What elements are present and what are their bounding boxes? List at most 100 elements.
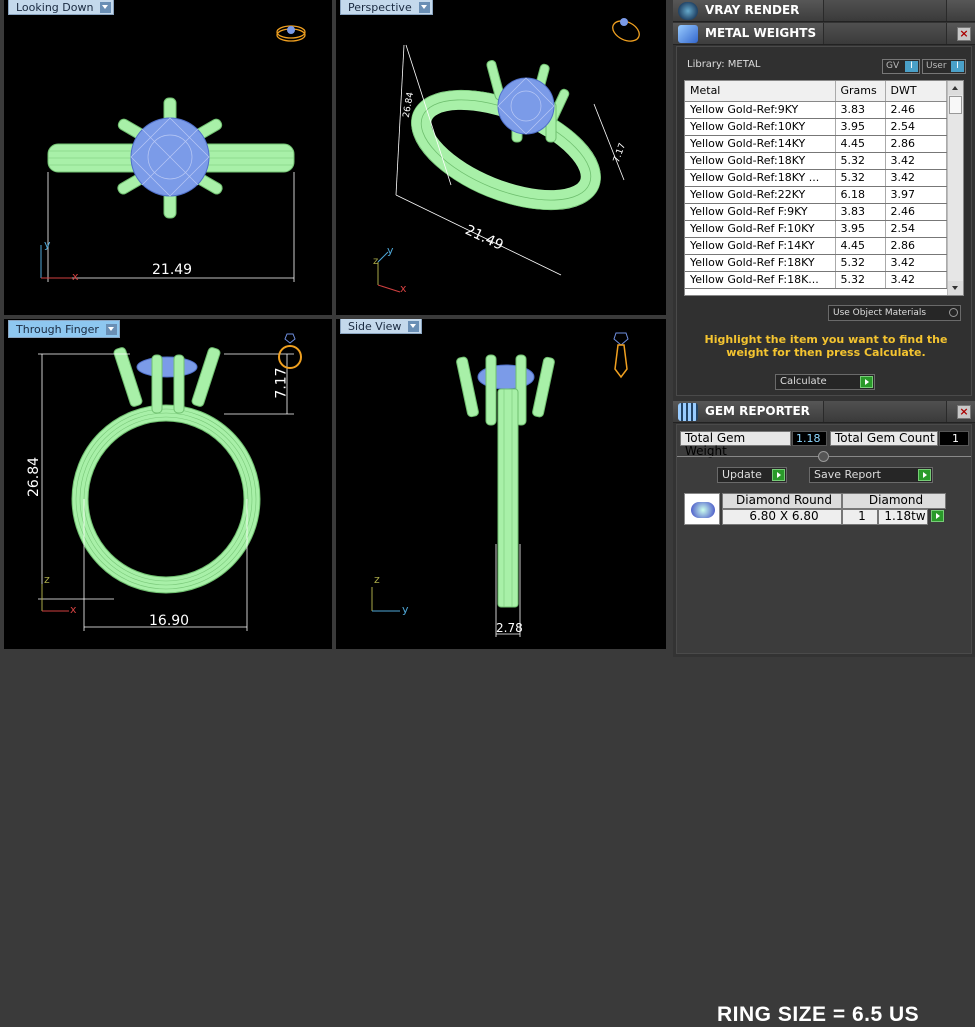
table-row[interactable]: Yellow Gold-Ref F:14KY 4.45 2.86: [685, 237, 947, 255]
right-panel: VRAY RENDER METAL WEIGHTS × Library: MET…: [673, 0, 975, 1026]
library-label: Library: METAL: [687, 59, 761, 70]
chevron-down-icon[interactable]: [100, 2, 112, 13]
table-row[interactable]: Yellow Gold-Ref:9KY 3.83 2.46: [685, 101, 947, 119]
save-report-label: Save Report: [814, 468, 881, 481]
update-button[interactable]: Update: [717, 467, 787, 483]
update-label: Update: [722, 468, 762, 481]
tab-looking-down[interactable]: Looking Down: [8, 0, 115, 15]
viewport-looking-down[interactable]: Looking Down 21.49 y x: [4, 0, 332, 315]
dimension-label-setting: 7.17: [273, 367, 290, 399]
axis-z-label: z: [44, 573, 50, 586]
metal-cell: Yellow Gold-Ref:18KY: [685, 152, 836, 170]
table-row[interactable]: Yellow Gold-Ref F:18KY 5.32 3.42: [685, 254, 947, 272]
table-row[interactable]: Yellow Gold-Ref F:9KY 3.83 2.46: [685, 203, 947, 221]
tab-side-view[interactable]: Side View: [340, 319, 423, 334]
table-row[interactable]: Yellow Gold-Ref F:10KY 3.95 2.54: [685, 220, 947, 238]
gem-size: 6.80 X 6.80: [722, 509, 842, 525]
user-toggle[interactable]: User I: [922, 59, 966, 74]
metal-table[interactable]: Metal Grams DWT Yellow Gold-Ref:9KY 3.83 2…: [684, 80, 964, 296]
use-object-materials-label: Use Object Materials: [833, 308, 927, 318]
dimension-label-height: 26.84: [26, 456, 43, 498]
table-scrollbar[interactable]: [947, 81, 963, 295]
metal-weights-title: METAL WEIGHTS: [705, 26, 817, 40]
dwt-cell: 2.54: [885, 118, 947, 136]
dwt-cell: 3.42: [885, 169, 947, 187]
collapse-icon[interactable]: [818, 451, 829, 462]
dimension-label: 2.78: [496, 621, 523, 635]
dwt-cell: 2.86: [885, 237, 947, 255]
tab-through-finger[interactable]: Through Finger: [8, 320, 120, 338]
calculate-button[interactable]: Calculate: [775, 374, 875, 390]
flask-icon: [678, 25, 698, 43]
grams-cell: 5.32: [835, 254, 886, 272]
chevron-down-icon[interactable]: [418, 2, 430, 13]
scroll-down-icon[interactable]: [948, 281, 963, 295]
table-row[interactable]: Yellow Gold-Ref:18KY 5.32 3.42: [685, 152, 947, 170]
play-icon: [772, 469, 785, 481]
axis-z-label: z: [373, 256, 379, 267]
metal-cell: Yellow Gold-Ref:10KY: [685, 118, 836, 136]
chevron-down-icon[interactable]: [105, 324, 117, 335]
use-object-materials-button[interactable]: Use Object Materials: [828, 305, 961, 321]
gem-row[interactable]: Diamond Round Diamond 6.80 X 6.80 1 1.18…: [684, 493, 946, 525]
axis-y-label: y: [402, 603, 409, 616]
instruction-text: Highlight the item you want to find the …: [704, 333, 948, 359]
column-header-grams[interactable]: Grams: [835, 81, 886, 102]
dwt-cell: 3.42: [885, 254, 947, 272]
tab-perspective-label: Perspective: [348, 1, 412, 14]
metal-cell: Yellow Gold-Ref:14KY: [685, 135, 836, 153]
metal-cell: Yellow Gold-Ref:22KY: [685, 186, 836, 204]
diamond-thumbnail-icon: [684, 493, 720, 525]
table-row[interactable]: Yellow Gold-Ref:14KY 4.45 2.86: [685, 135, 947, 153]
dwt-cell: 2.46: [885, 203, 947, 221]
toggle-state: I: [905, 61, 918, 72]
play-icon: [918, 469, 931, 481]
gem-name: Diamond Round: [722, 493, 842, 509]
close-icon[interactable]: ×: [957, 27, 971, 41]
column-header-dwt[interactable]: DWT: [885, 81, 947, 102]
chevron-down-icon[interactable]: [408, 321, 420, 332]
gv-toggle-label: GV: [886, 61, 900, 71]
axis-z-label: z: [374, 573, 380, 586]
vray-render-title: VRAY RENDER: [705, 3, 800, 17]
scroll-up-icon[interactable]: [948, 81, 963, 95]
close-icon[interactable]: ×: [957, 405, 971, 419]
table-row[interactable]: Yellow Gold-Ref:22KY 6.18 3.97: [685, 186, 947, 204]
checkbox-icon: [949, 308, 958, 317]
metal-cell: Yellow Gold-Ref F:10KY: [685, 220, 836, 238]
dimension-label-inner: 16.90: [149, 613, 190, 629]
scroll-thumb[interactable]: [949, 96, 962, 114]
table-row[interactable]: Yellow Gold-Ref:18KY ... 5.32 3.42: [685, 169, 947, 187]
dwt-cell: 3.97: [885, 186, 947, 204]
viewport-through-finger[interactable]: Through Finger 26.84 7.17 16.90 z x: [4, 319, 332, 649]
grams-cell: 3.83: [835, 203, 886, 221]
metal-weights-section: Library: METAL GV I User I Metal Grams DWT…: [676, 46, 972, 396]
title-bar-segment: [823, 23, 947, 44]
grams-cell: 4.45: [835, 135, 886, 153]
table-row[interactable]: Yellow Gold-Ref:10KY 3.95 2.54: [685, 118, 947, 136]
play-icon: [931, 510, 944, 522]
gem-reporter-bar[interactable]: GEM REPORTER ×: [673, 401, 975, 423]
toggle-state: I: [951, 61, 964, 72]
metal-weights-bar[interactable]: METAL WEIGHTS ×: [673, 23, 975, 45]
table-row[interactable]: Yellow Gold-Ref F:18K... 5.32 3.42: [685, 271, 947, 289]
ring-side-view: [371, 332, 629, 637]
viewport-perspective[interactable]: Perspective 21.49 7.17 26.84 y z x: [336, 0, 666, 315]
viewport-side-view[interactable]: Side View 2.78 z y: [336, 319, 666, 649]
play-icon: [860, 376, 873, 388]
save-report-button[interactable]: Save Report: [809, 467, 933, 483]
column-header-metal[interactable]: Metal: [685, 81, 836, 102]
grams-cell: 5.32: [835, 169, 886, 187]
tab-perspective[interactable]: Perspective: [340, 0, 433, 15]
dwt-cell: 2.54: [885, 220, 947, 238]
vray-render-bar[interactable]: VRAY RENDER: [673, 0, 975, 22]
grams-cell: 5.32: [835, 271, 886, 289]
tab-through-finger-label: Through Finger: [16, 323, 99, 336]
tab-side-view-label: Side View: [348, 320, 402, 333]
gem-detail-button[interactable]: [928, 509, 944, 525]
gem-count: 1: [842, 509, 878, 525]
grams-cell: 3.95: [835, 220, 886, 238]
gv-toggle[interactable]: GV I: [882, 59, 920, 74]
gem-reporter-section: Total Gem Weight 1.18 Total Gem Count 1 …: [676, 424, 972, 1026]
total-gem-weight-value: 1.18: [792, 431, 827, 446]
